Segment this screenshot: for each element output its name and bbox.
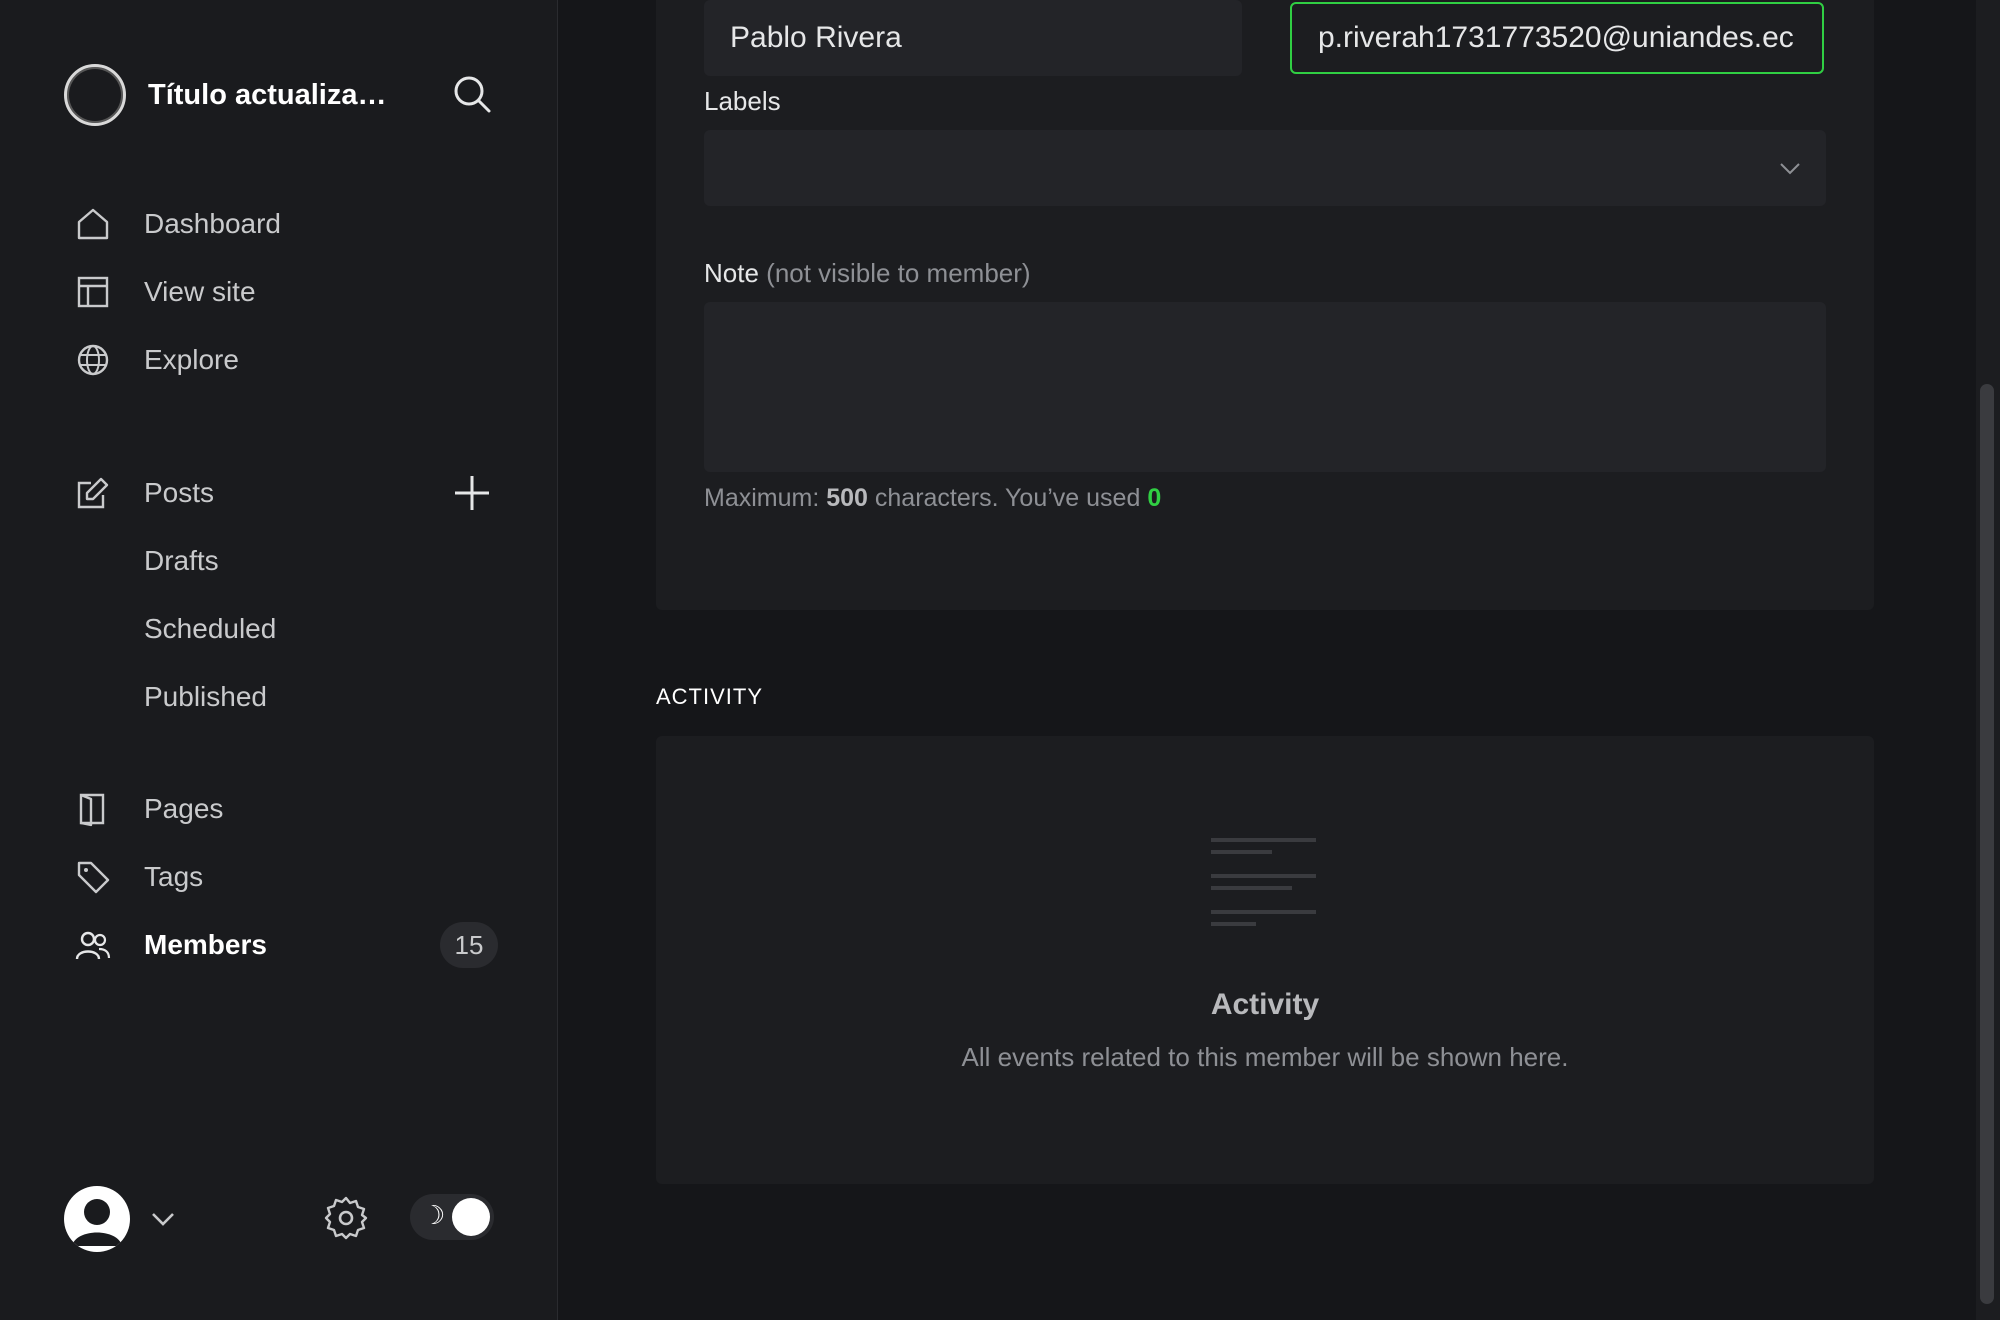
name-field[interactable]: Pablo Rivera bbox=[704, 0, 1242, 76]
site-logo-icon bbox=[64, 64, 126, 126]
sidebar-item-label: Dashboard bbox=[144, 208, 281, 239]
main-content: Pablo Rivera p.riverah1731773520@uniande… bbox=[558, 0, 1978, 1320]
sidebar-item-drafts[interactable]: Drafts bbox=[74, 533, 504, 589]
sidebar-item-posts[interactable]: Posts bbox=[74, 465, 504, 521]
sidebar-item-label: Published bbox=[144, 681, 267, 712]
home-icon bbox=[74, 205, 112, 243]
sidebar-item-dashboard[interactable]: Dashboard bbox=[74, 196, 504, 252]
moon-icon: ☽ bbox=[422, 1200, 446, 1230]
sidebar: Título actualiza… Dashboard View site Ex… bbox=[0, 0, 558, 1320]
sidebar-item-pages[interactable]: Pages bbox=[74, 781, 504, 837]
chevron-down-icon bbox=[1776, 154, 1804, 182]
sidebar-footer: ☽ bbox=[64, 1180, 504, 1256]
toggle-knob bbox=[452, 1198, 490, 1236]
note-char-hint: Maximum: 500 characters. You’ve used 0 bbox=[704, 484, 1161, 513]
user-avatar[interactable] bbox=[64, 1186, 130, 1252]
search-icon[interactable] bbox=[452, 74, 492, 114]
email-field[interactable]: p.riverah1731773520@uniandes.ec bbox=[1290, 2, 1824, 74]
globe-icon bbox=[74, 341, 112, 379]
sidebar-item-published[interactable]: Published bbox=[74, 669, 504, 725]
empty-state-description: All events related to this member will b… bbox=[961, 1042, 1569, 1072]
labels-field-label: Labels bbox=[704, 86, 781, 116]
hint-used-count: 0 bbox=[1147, 484, 1162, 512]
note-field-label: Note (not visible to member) bbox=[704, 258, 1031, 289]
activity-card: Activity All events related to this memb… bbox=[656, 736, 1874, 1184]
scrollbar-thumb[interactable] bbox=[1980, 384, 1994, 1304]
labels-select[interactable] bbox=[704, 130, 1826, 206]
chevron-down-icon[interactable] bbox=[148, 1204, 178, 1234]
new-post-plus-icon[interactable] bbox=[452, 473, 492, 513]
hint-prefix: Maximum: bbox=[704, 484, 827, 512]
members-icon bbox=[74, 926, 112, 964]
note-label-sub: (not visible to member) bbox=[766, 258, 1031, 288]
dark-mode-toggle[interactable]: ☽ bbox=[410, 1194, 494, 1240]
sidebar-item-members[interactable]: Members 15 bbox=[74, 917, 504, 973]
layout-icon bbox=[74, 273, 112, 311]
sidebar-item-explore[interactable]: Explore bbox=[74, 332, 504, 388]
tag-icon bbox=[74, 858, 112, 896]
edit-icon bbox=[74, 474, 112, 512]
members-count-badge: 15 bbox=[440, 922, 498, 968]
member-details-card: Pablo Rivera p.riverah1731773520@uniande… bbox=[656, 0, 1874, 610]
hint-max: 500 bbox=[826, 484, 868, 512]
gear-icon[interactable] bbox=[322, 1194, 370, 1242]
empty-list-icon bbox=[1206, 836, 1326, 936]
sidebar-item-tags[interactable]: Tags bbox=[74, 849, 504, 905]
sidebar-item-label: Tags bbox=[144, 861, 204, 892]
empty-state-title: Activity bbox=[1210, 988, 1320, 1021]
sidebar-item-view-site[interactable]: View site bbox=[74, 264, 504, 320]
site-title: Título actualiza… bbox=[148, 78, 387, 111]
brand[interactable]: Título actualiza… bbox=[64, 64, 386, 126]
page-icon bbox=[74, 790, 112, 828]
sidebar-item-label: Posts bbox=[144, 477, 215, 508]
note-textarea[interactable] bbox=[704, 302, 1826, 472]
sidebar-item-label: Explore bbox=[144, 344, 239, 375]
sidebar-item-label: View site bbox=[144, 276, 256, 307]
sidebar-item-label: Pages bbox=[144, 793, 224, 824]
sidebar-item-label: Scheduled bbox=[144, 613, 277, 644]
hint-mid: characters. You’ve used bbox=[867, 484, 1148, 512]
page-scrollbar[interactable] bbox=[1976, 0, 2000, 1320]
sidebar-item-label: Members bbox=[144, 929, 267, 960]
sidebar-item-label: Drafts bbox=[144, 545, 219, 576]
note-label-text: Note bbox=[704, 258, 759, 288]
sidebar-item-scheduled[interactable]: Scheduled bbox=[74, 601, 504, 657]
activity-section-title: ACTIVITY bbox=[656, 684, 764, 709]
